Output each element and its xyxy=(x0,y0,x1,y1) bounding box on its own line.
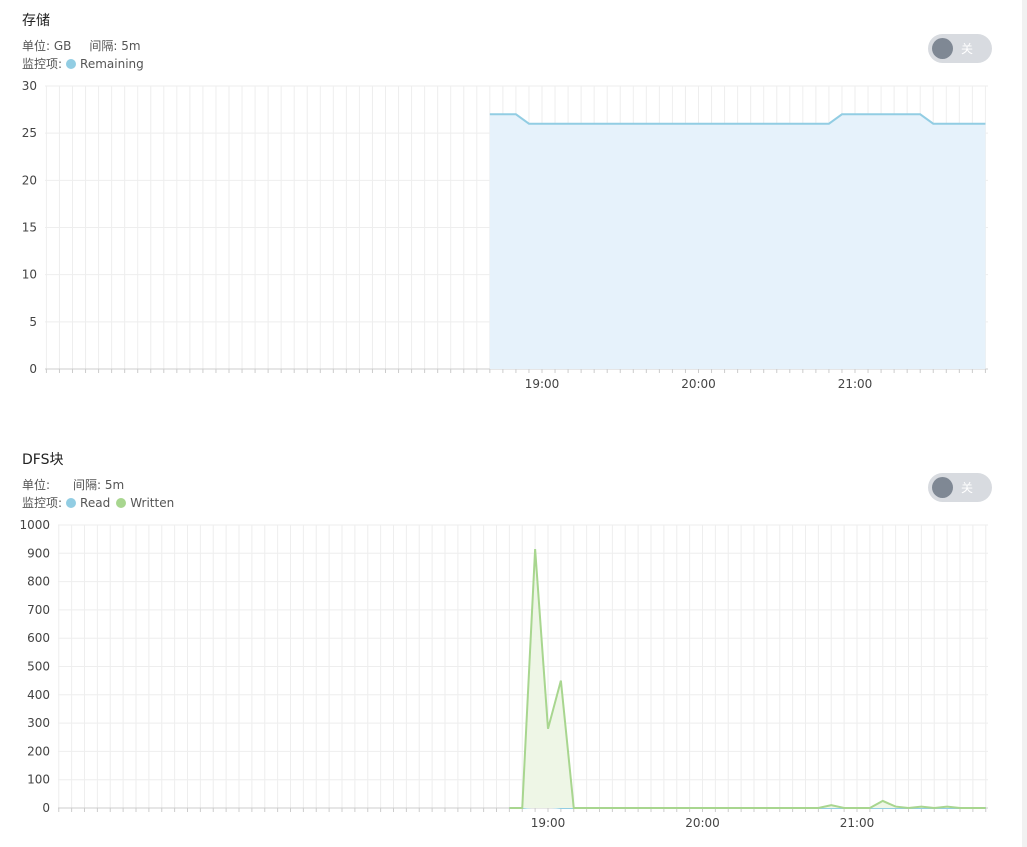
y-tick-label: 900 xyxy=(27,546,50,560)
page-scrollbar[interactable] xyxy=(1022,0,1027,847)
series-line-written xyxy=(509,548,986,810)
y-tick-label: 100 xyxy=(27,773,50,787)
y-tick-label: 500 xyxy=(27,660,50,674)
y-tick-label: 300 xyxy=(27,716,50,730)
y-tick-label: 800 xyxy=(27,575,50,589)
x-tick-label: 19:00 xyxy=(531,816,566,830)
y-tick-label: 200 xyxy=(27,744,50,758)
series-area-written xyxy=(509,549,986,808)
y-tick-label: 600 xyxy=(27,631,50,645)
y-tick-label: 700 xyxy=(27,603,50,617)
y-tick-label: 400 xyxy=(27,688,50,702)
x-tick-label: 20:00 xyxy=(685,816,720,830)
dfs-blocks-chart: 0 100 200 300 400 500 600 700 800 900 1000 19:00 20:… xyxy=(19,518,988,830)
x-tick-label: 21:00 xyxy=(840,816,875,830)
y-tick-label: 1000 xyxy=(19,518,50,532)
y-tick-label: 0 xyxy=(42,801,50,815)
